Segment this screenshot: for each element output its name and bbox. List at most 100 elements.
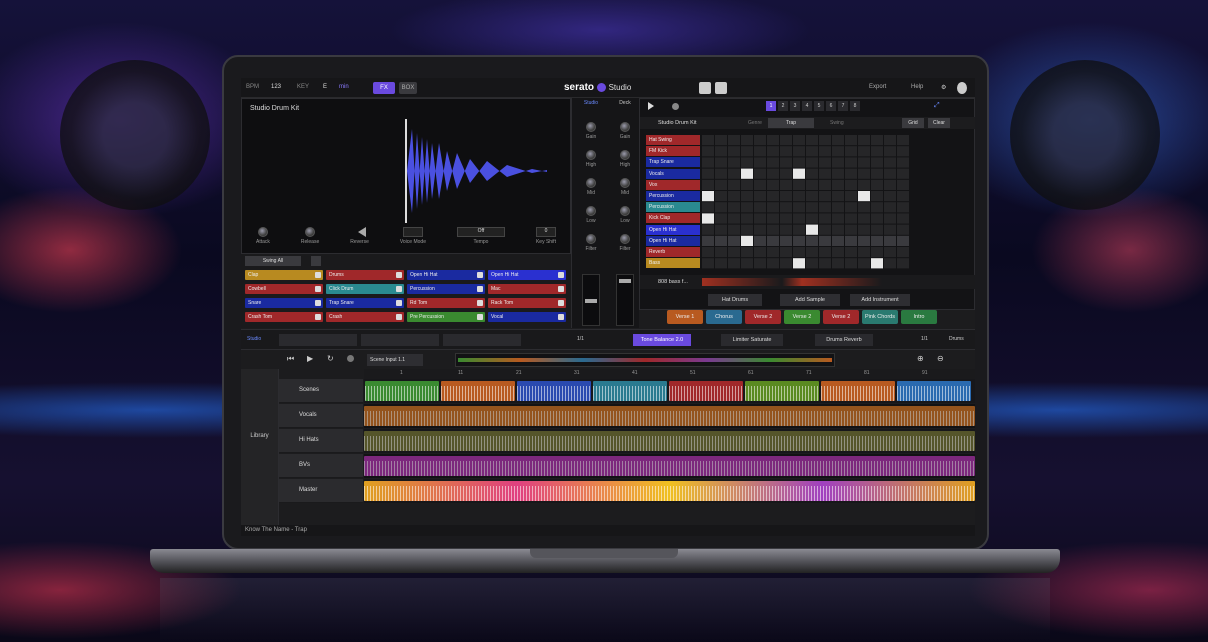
step-cell[interactable] <box>897 146 909 157</box>
step-cell[interactable] <box>845 179 857 190</box>
step-cell[interactable] <box>702 213 714 224</box>
step-cell[interactable] <box>715 135 727 146</box>
step-cell[interactable] <box>806 258 818 269</box>
pattern-button[interactable]: 2 <box>778 101 788 111</box>
drum-pad[interactable]: Open Hi Hat <box>407 270 485 280</box>
step-cell[interactable] <box>741 202 753 213</box>
step-cell[interactable] <box>819 224 831 235</box>
track-lane[interactable] <box>364 429 975 453</box>
drum-pad[interactable]: Percussion <box>407 284 485 294</box>
step-cell[interactable] <box>832 247 844 258</box>
scene-button[interactable]: Verse 2 <box>745 310 781 324</box>
step-cell[interactable] <box>845 146 857 157</box>
track-header[interactable]: Scenes <box>279 379 363 403</box>
step-cell[interactable] <box>884 213 896 224</box>
step-cell[interactable] <box>897 224 909 235</box>
step-cell[interactable] <box>780 213 792 224</box>
drum-pad[interactable]: Cowbell <box>245 284 323 294</box>
drum-pad[interactable]: Drums <box>326 270 404 280</box>
pad-menu-icon[interactable] <box>315 300 321 306</box>
step-cell[interactable] <box>728 168 740 179</box>
pad-menu-icon[interactable] <box>558 300 564 306</box>
grid-button[interactable]: Grid <box>902 118 924 128</box>
step-cell[interactable] <box>871 191 883 202</box>
step-cell[interactable] <box>871 258 883 269</box>
step-cell[interactable] <box>858 191 870 202</box>
audio-clip[interactable] <box>364 406 975 426</box>
pattern-button[interactable]: 1 <box>766 101 776 111</box>
pattern-button[interactable]: 5 <box>814 101 824 111</box>
fx-limiter[interactable]: Limiter Saturate <box>721 334 783 346</box>
clear-button[interactable]: Clear <box>928 118 950 128</box>
step-cell[interactable] <box>702 235 714 246</box>
step-cell[interactable] <box>767 135 779 146</box>
add-instrument-button[interactable]: Add Instrument <box>850 294 910 306</box>
mixer-knob-low[interactable]: Low <box>582 206 600 224</box>
step-cell[interactable] <box>767 213 779 224</box>
hat-drums-button[interactable]: Hat Drums <box>708 294 762 306</box>
step-cell[interactable] <box>741 179 753 190</box>
step-cell[interactable] <box>793 247 805 258</box>
step-cell[interactable] <box>793 157 805 168</box>
loop-icon[interactable]: ↻ <box>327 354 334 363</box>
pad-menu-icon[interactable] <box>396 286 402 292</box>
genre-select[interactable]: Trap <box>768 118 814 128</box>
drum-pad[interactable]: Mac <box>488 284 566 294</box>
step-cell[interactable] <box>858 202 870 213</box>
step-cell[interactable] <box>897 247 909 258</box>
step-cell[interactable] <box>806 146 818 157</box>
pad-menu-icon[interactable] <box>396 314 402 320</box>
step-cell[interactable] <box>806 179 818 190</box>
record-arrange-icon[interactable] <box>347 355 354 362</box>
step-cell[interactable] <box>780 258 792 269</box>
step-cell[interactable] <box>780 202 792 213</box>
step-cell[interactable] <box>767 157 779 168</box>
step-cell[interactable] <box>702 247 714 258</box>
step-cell[interactable] <box>754 247 766 258</box>
step-cell[interactable] <box>871 168 883 179</box>
step-cell[interactable] <box>780 146 792 157</box>
step-cell[interactable] <box>832 202 844 213</box>
step-cell[interactable] <box>832 235 844 246</box>
mixer-knob-gain[interactable]: Gain <box>616 122 634 140</box>
scene-clip[interactable] <box>365 381 439 401</box>
track-header[interactable]: BVs <box>279 454 363 478</box>
step-cell[interactable] <box>884 168 896 179</box>
step-cell[interactable] <box>715 179 727 190</box>
scene-button[interactable]: Pink Chords <box>862 310 898 324</box>
track-lane[interactable] <box>364 404 975 428</box>
step-cell[interactable] <box>832 191 844 202</box>
track-lane[interactable] <box>364 379 975 403</box>
step-cell[interactable] <box>754 179 766 190</box>
step-cell[interactable] <box>871 247 883 258</box>
step-cell[interactable] <box>845 235 857 246</box>
step-cell[interactable] <box>884 191 896 202</box>
step-cell[interactable] <box>871 213 883 224</box>
step-cell[interactable] <box>819 168 831 179</box>
instrument-row[interactable]: Kick Clap <box>646 213 700 224</box>
box-button[interactable]: BOX <box>399 82 417 94</box>
step-cell[interactable] <box>715 202 727 213</box>
track-header[interactable]: Vocals <box>279 404 363 428</box>
pad-menu-icon[interactable] <box>396 300 402 306</box>
fader-a[interactable] <box>582 274 600 326</box>
step-cell[interactable] <box>754 235 766 246</box>
step-cell[interactable] <box>754 224 766 235</box>
step-cell[interactable] <box>806 235 818 246</box>
fx-slot-2[interactable] <box>361 334 439 346</box>
step-cell[interactable] <box>819 202 831 213</box>
step-cell[interactable] <box>897 135 909 146</box>
scene-clip[interactable] <box>821 381 895 401</box>
step-cell[interactable] <box>793 202 805 213</box>
instrument-row[interactable]: Vox <box>646 179 700 190</box>
pattern-button[interactable]: 8 <box>850 101 860 111</box>
fx-page-b[interactable]: 1/1 <box>921 336 928 342</box>
timeline-ruler[interactable]: 1112131415161718191101 <box>364 369 975 379</box>
step-cell[interactable] <box>702 191 714 202</box>
step-cell[interactable] <box>767 202 779 213</box>
key-value[interactable]: E <box>323 84 327 90</box>
step-cell[interactable] <box>767 191 779 202</box>
voice-mode-field[interactable] <box>402 227 423 237</box>
scene-button[interactable]: Intro <box>901 310 937 324</box>
pattern-button[interactable]: 4 <box>802 101 812 111</box>
